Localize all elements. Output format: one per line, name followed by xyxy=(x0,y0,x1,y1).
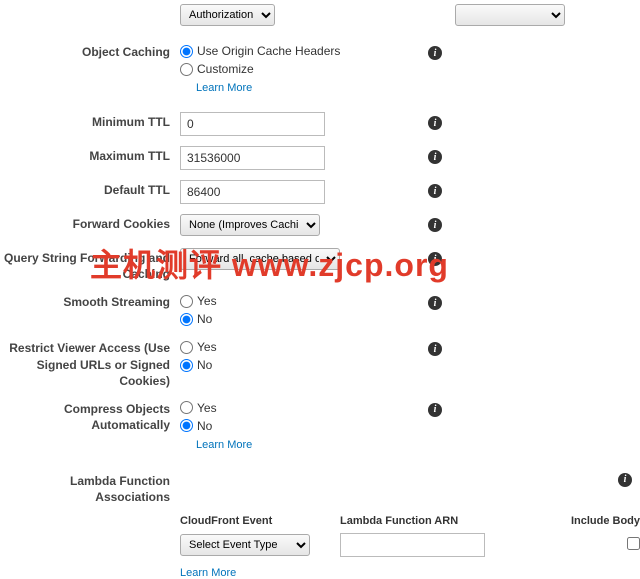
object-caching-row: Object Caching Use Origin Cache Headers … xyxy=(0,42,640,94)
max-ttl-input[interactable] xyxy=(180,146,325,170)
object-caching-customize-text: Customize xyxy=(197,60,254,78)
forward-cookies-select[interactable]: None (Improves Caching) xyxy=(180,214,320,236)
compress-no-radio[interactable] xyxy=(180,419,193,432)
forward-cookies-row: Forward Cookies None (Improves Caching) … xyxy=(0,214,640,238)
info-icon[interactable]: i xyxy=(428,252,442,266)
lambda-input-row: Select Event Type xyxy=(180,533,640,557)
info-icon[interactable]: i xyxy=(428,218,442,232)
compress-yes-radio[interactable] xyxy=(180,401,193,414)
min-ttl-label: Minimum TTL xyxy=(0,112,180,130)
restrict-viewer-label: Restrict Viewer Access (Use Signed URLs … xyxy=(0,338,180,389)
default-ttl-input[interactable] xyxy=(180,180,325,204)
info-icon[interactable]: i xyxy=(428,116,442,130)
compress-yes-text: Yes xyxy=(197,399,217,417)
lambda-col-arn: Lambda Function ARN xyxy=(340,515,540,527)
query-string-label: Query String Forwarding and Caching xyxy=(0,248,180,282)
max-ttl-row: Maximum TTL i xyxy=(0,146,640,170)
object-caching-origin-radio[interactable] xyxy=(180,45,193,58)
default-ttl-label: Default TTL xyxy=(0,180,180,198)
query-string-select[interactable]: Forward all, cache based on all xyxy=(180,248,340,270)
info-icon[interactable]: i xyxy=(618,473,632,487)
object-caching-label: Object Caching xyxy=(0,42,180,60)
smooth-streaming-yes-radio[interactable] xyxy=(180,295,193,308)
restrict-viewer-no-text: No xyxy=(197,356,212,374)
max-ttl-label: Maximum TTL xyxy=(0,146,180,164)
min-ttl-input[interactable] xyxy=(180,112,325,136)
compress-label: Compress Objects Automatically xyxy=(0,399,180,433)
compress-no-text: No xyxy=(197,417,212,435)
default-ttl-row: Default TTL i xyxy=(0,180,640,204)
compress-row: Compress Objects Automatically Yes No Le… xyxy=(0,399,640,451)
lambda-learn-more[interactable]: Learn More xyxy=(180,567,236,579)
min-ttl-row: Minimum TTL i xyxy=(0,112,640,136)
lambda-arn-input[interactable] xyxy=(340,533,485,557)
restrict-viewer-yes-text: Yes xyxy=(197,338,217,356)
info-icon[interactable]: i xyxy=(428,184,442,198)
restrict-viewer-row: Restrict Viewer Access (Use Signed URLs … xyxy=(0,338,640,389)
top-row: Authorization xyxy=(0,4,640,28)
right-empty-select[interactable] xyxy=(455,4,565,26)
smooth-streaming-yes-text: Yes xyxy=(197,292,217,310)
lambda-col-event: CloudFront Event xyxy=(180,515,340,527)
object-caching-customize-radio[interactable] xyxy=(180,63,193,76)
forward-cookies-label: Forward Cookies xyxy=(0,214,180,232)
lambda-col-body: Include Body xyxy=(540,515,640,527)
info-icon[interactable]: i xyxy=(428,403,442,417)
object-caching-origin-text: Use Origin Cache Headers xyxy=(197,42,340,60)
info-icon[interactable]: i xyxy=(428,46,442,60)
smooth-streaming-no-radio[interactable] xyxy=(180,313,193,326)
lambda-event-select[interactable]: Select Event Type xyxy=(180,534,310,556)
restrict-viewer-yes-radio[interactable] xyxy=(180,341,193,354)
smooth-streaming-no-text: No xyxy=(197,310,212,328)
object-caching-learn-more[interactable]: Learn More xyxy=(196,82,252,94)
lambda-include-body-checkbox[interactable] xyxy=(627,537,640,550)
authorization-select[interactable]: Authorization xyxy=(180,4,275,26)
info-icon[interactable]: i xyxy=(428,342,442,356)
info-icon[interactable]: i xyxy=(428,296,442,310)
restrict-viewer-no-radio[interactable] xyxy=(180,359,193,372)
compress-learn-more[interactable]: Learn More xyxy=(196,439,252,451)
info-icon[interactable]: i xyxy=(428,150,442,164)
smooth-streaming-row: Smooth Streaming Yes No i xyxy=(0,292,640,328)
query-string-row: Query String Forwarding and Caching Forw… xyxy=(0,248,640,282)
lambda-header-row: CloudFront Event Lambda Function ARN Inc… xyxy=(180,515,640,527)
lambda-label: Lambda Function Associations xyxy=(0,473,180,505)
smooth-streaming-label: Smooth Streaming xyxy=(0,292,180,310)
lambda-section-row: Lambda Function Associations i xyxy=(0,473,640,505)
